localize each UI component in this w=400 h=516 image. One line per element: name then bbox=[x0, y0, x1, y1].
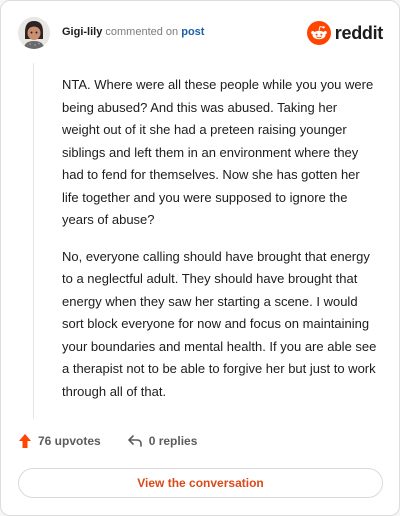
comment-actions: 76 upvotes 0 replies bbox=[18, 433, 223, 449]
commented-on-text: commented on bbox=[105, 26, 179, 38]
reply-arrow-icon bbox=[127, 435, 142, 447]
upvote-button[interactable]: 76 upvotes bbox=[18, 433, 101, 449]
reddit-snoo-icon bbox=[306, 21, 331, 45]
comment-paragraph: No, everyone calling should have brought… bbox=[62, 248, 377, 399]
reddit-wordmark: reddit bbox=[334, 22, 384, 43]
comment-body: NTA. Where were all these people while y… bbox=[62, 74, 377, 417]
reddit-logo[interactable]: reddit bbox=[306, 21, 384, 45]
reply-count: 0 replies bbox=[148, 434, 198, 448]
post-link[interactable]: post bbox=[181, 26, 204, 38]
upvote-count: 76 upvotes bbox=[38, 434, 101, 448]
comment-meta: Gigi-lily commented on post bbox=[62, 26, 204, 38]
comment-header: Gigi-lily commented on post reddit bbox=[18, 15, 383, 55]
upvote-arrow-icon bbox=[19, 434, 31, 448]
comment-card: Gigi-lily commented on post reddit NTA. … bbox=[0, 0, 400, 516]
username-link[interactable]: Gigi-lily bbox=[62, 26, 102, 38]
thread-line bbox=[33, 63, 34, 419]
user-avatar[interactable] bbox=[18, 17, 50, 49]
reply-button[interactable]: 0 replies bbox=[127, 434, 198, 448]
view-conversation-button[interactable]: View the conversation bbox=[18, 468, 383, 498]
comment-paragraph: NTA. Where were all these people while y… bbox=[62, 77, 374, 227]
